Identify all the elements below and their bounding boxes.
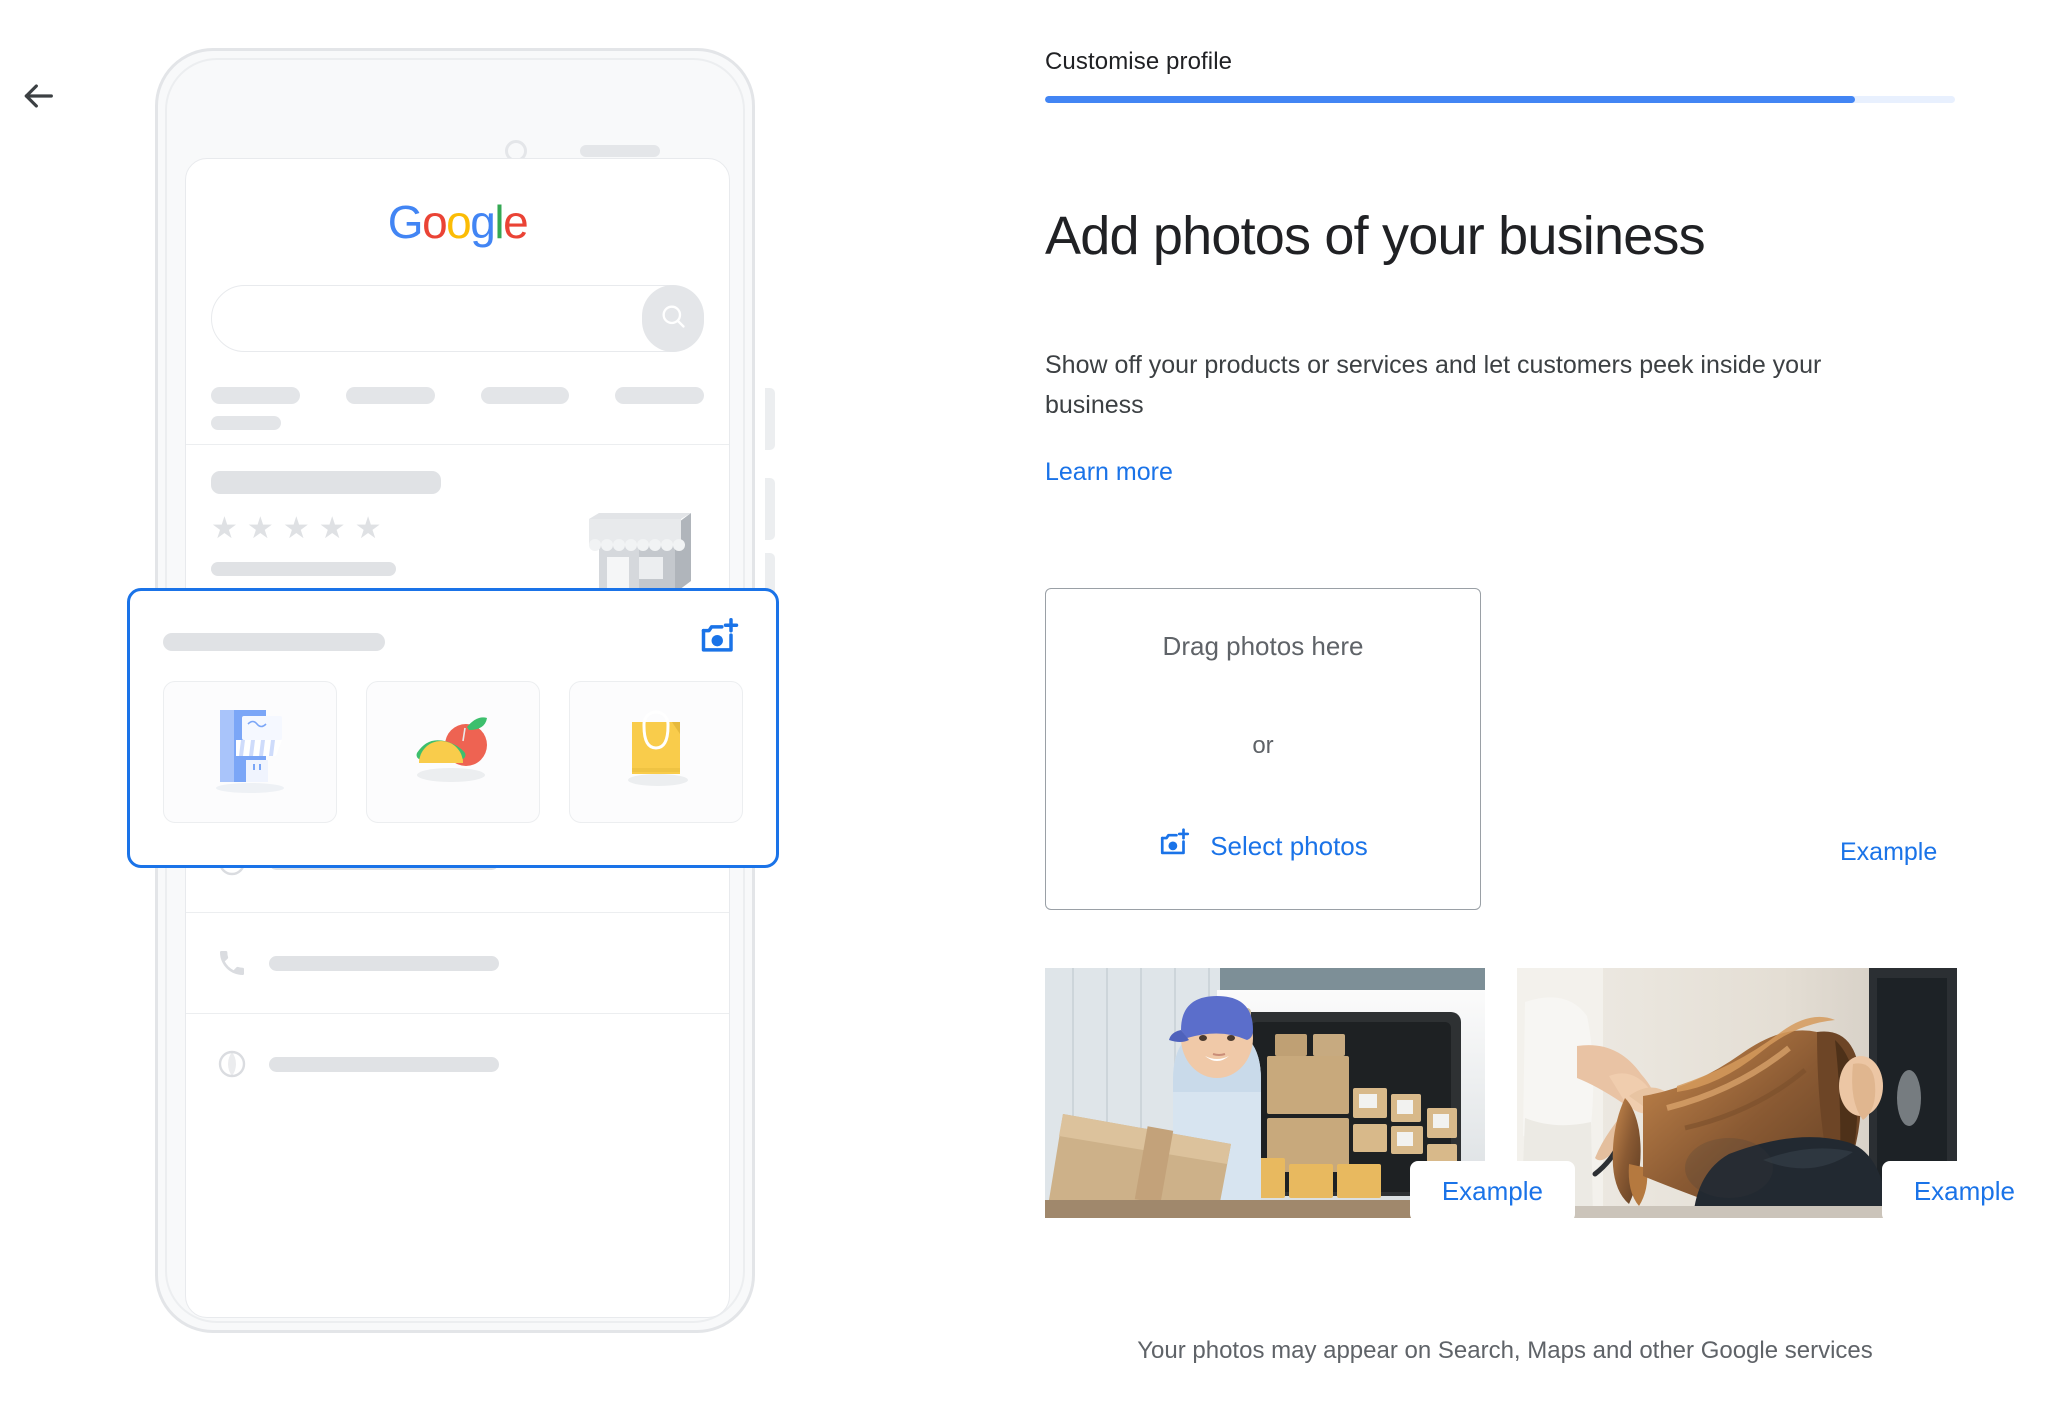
phone-chip-2 — [345, 387, 435, 404]
select-photos-button[interactable]: Select photos — [1158, 826, 1368, 867]
phone-chip-small — [211, 416, 281, 430]
photo-dropzone[interactable]: Drag photos here or Select photos — [1045, 588, 1481, 910]
phone-side-button-volume-down — [765, 478, 775, 540]
page-root: Google ★ ★ ★ ★ ★ Customise profile Add p… — [0, 0, 2070, 1412]
photo-card-header — [130, 591, 776, 681]
food-tile-icon — [407, 705, 499, 800]
example-thumbnails: Example Example — [1045, 968, 2047, 1222]
footnote: Your photos may appear on Search, Maps a… — [1137, 1337, 1873, 1364]
phone-icon — [211, 947, 253, 979]
storefront-illustration — [581, 483, 701, 598]
page-title: Add photos of your business — [1045, 206, 1706, 266]
learn-more-link[interactable]: Learn more — [1045, 458, 1173, 487]
search-icon — [659, 302, 687, 335]
google-logo-letter-o2: o — [446, 196, 472, 248]
example-thumbnail-1-wrap: Example — [1045, 968, 1575, 1222]
star-icon-1: ★ — [211, 512, 238, 545]
page-subtext: Show off your products or services and l… — [1045, 351, 1822, 419]
right-panel: Customise profile Add photos of your bus… — [1045, 0, 2047, 1412]
listing-title-placeholder — [211, 471, 441, 494]
photo-card-title-placeholder — [163, 633, 385, 651]
google-logo-letter-g: G — [387, 196, 424, 248]
google-logo: Google — [186, 195, 729, 249]
google-logo-letter-l: l — [494, 196, 504, 248]
listing-subtitle-placeholder — [211, 562, 396, 576]
highlighted-add-photos-card[interactable] — [127, 588, 779, 868]
phone-placeholder-lines — [269, 955, 499, 971]
example-link[interactable]: Example — [1840, 838, 1937, 867]
phone-chip-3 — [480, 387, 570, 404]
google-logo-letter-e: e — [503, 196, 529, 248]
shopping-bag-tile[interactable] — [569, 681, 743, 823]
progress-bar-fill — [1045, 96, 1855, 103]
phone-info-row-website[interactable] — [186, 1014, 729, 1114]
phone-info-row-phone[interactable] — [186, 913, 729, 1013]
progress-bar-track — [1045, 96, 1955, 103]
star-icon-3: ★ — [282, 512, 310, 545]
arrow-left-icon — [18, 76, 58, 121]
phone-chip-1 — [211, 387, 300, 404]
google-logo-letter-g2: g — [470, 196, 496, 248]
phone-side-button-volume-up — [765, 388, 775, 450]
shopping-bag-tile-icon — [616, 704, 696, 801]
phone-chips-row — [211, 387, 704, 404]
google-logo-letter-o1: o — [422, 196, 448, 248]
globe-icon — [211, 1048, 253, 1080]
food-tile[interactable] — [366, 681, 540, 823]
star-icon-2: ★ — [246, 512, 274, 545]
star-icon-5: ★ — [354, 512, 382, 545]
star-icon-4: ★ — [318, 512, 346, 545]
phone-search-input[interactable] — [211, 285, 704, 352]
drag-photos-label: Drag photos here — [1162, 631, 1364, 661]
phone-speaker-icon — [580, 145, 660, 157]
storefront-tile[interactable] — [163, 681, 337, 823]
phone-search-button[interactable] — [642, 285, 704, 352]
website-placeholder-lines — [269, 1056, 499, 1072]
add-a-photo-icon[interactable] — [698, 615, 742, 659]
example-badge-1[interactable]: Example — [1409, 1161, 1575, 1222]
phone-search-row — [211, 285, 704, 352]
phone-mockup: Google ★ ★ ★ ★ ★ — [127, 48, 779, 1338]
or-label: or — [1252, 732, 1274, 759]
example-thumbnail-2-wrap: Example — [1517, 968, 2047, 1222]
select-photos-label: Select photos — [1210, 831, 1368, 861]
back-button[interactable] — [8, 68, 68, 128]
photo-card-tiles — [130, 681, 776, 823]
add-a-photo-icon — [1158, 826, 1192, 867]
website-line — [269, 1056, 499, 1072]
example-badge-2[interactable]: Example — [1881, 1161, 2047, 1222]
phone-line — [269, 955, 499, 971]
phone-chip-4 — [615, 387, 704, 404]
step-label: Customise profile — [1045, 48, 1233, 75]
storefront-tile-icon — [208, 702, 292, 803]
